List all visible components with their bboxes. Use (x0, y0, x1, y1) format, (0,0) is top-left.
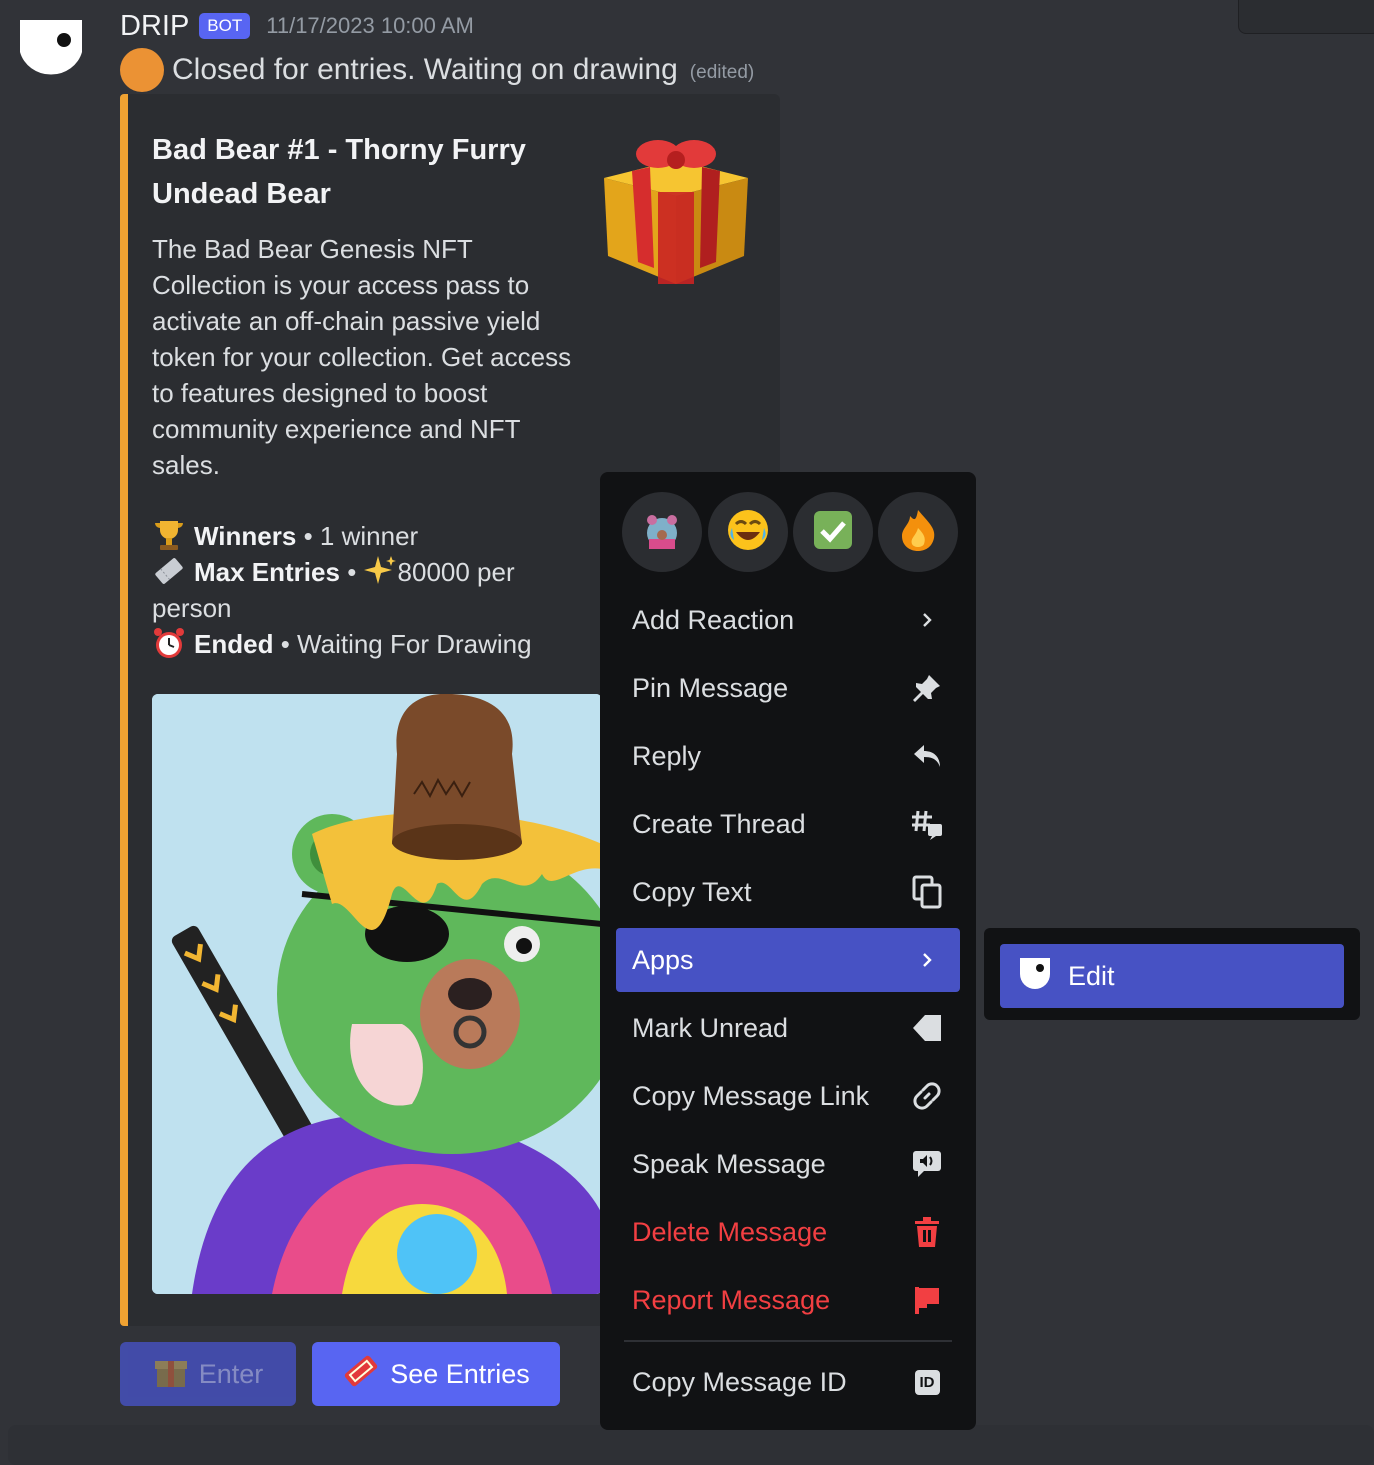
alarm-clock-icon (152, 626, 186, 660)
enter-button[interactable]: Enter (120, 1342, 296, 1406)
flag-icon (910, 1283, 944, 1317)
menu-item-pin-message[interactable]: Pin Message (616, 656, 960, 720)
quick-reaction-fire[interactable] (878, 492, 958, 572)
edited-label: (edited) (689, 62, 755, 83)
enter-label: Enter (198, 1358, 264, 1389)
message-hover-toolbar[interactable] (1238, 0, 1374, 34)
embed-title: Bad Bear #1 - Thorny Furry Undead Bear (152, 134, 526, 210)
menu-item-label: Copy Message ID (632, 1366, 847, 1397)
menu-item-report-message[interactable]: Report Message (616, 1268, 960, 1332)
bot-avatar[interactable] (16, 16, 86, 82)
chevron-right-icon (910, 943, 944, 977)
fire-icon (898, 508, 938, 557)
embed-accent-bar (120, 94, 128, 1326)
menu-item-label: Report Message (632, 1284, 831, 1315)
field-separator: • (280, 629, 290, 659)
trash-icon (910, 1215, 944, 1249)
embed-description: The Bad Bear Genesis NFT Collection is y… (152, 234, 572, 480)
gift-icon (153, 1353, 189, 1396)
message-timestamp: 11/17/2023 10:00 AM (266, 13, 474, 38)
menu-item-delete-message[interactable]: Delete Message (616, 1200, 960, 1264)
nft-bear-image[interactable] (152, 694, 602, 1294)
copy-icon (910, 875, 944, 909)
menu-item-reply[interactable]: Reply (616, 724, 960, 788)
gift-icon (598, 128, 754, 288)
bot-badge: BOT (199, 13, 251, 39)
see-entries-button[interactable]: See Entries (312, 1342, 560, 1406)
menu-item-label: Reply (632, 740, 702, 771)
speak-icon (910, 1147, 944, 1181)
orange-circle-emoji (120, 48, 164, 92)
sparkles-icon (363, 554, 398, 588)
menu-item-label: Create Thread (632, 808, 806, 839)
link-icon (910, 1079, 944, 1113)
menu-item-apps[interactable]: Apps (616, 928, 960, 992)
ended-label: Ended (194, 629, 274, 659)
menu-item-copy-message-id[interactable]: Copy Message ID ID (616, 1350, 960, 1414)
thread-icon (910, 807, 944, 841)
unread-icon (910, 1011, 944, 1045)
max-entries-field: Max Entries • 80000 per person (152, 554, 572, 626)
ticket-icon (152, 554, 186, 588)
winners-field: Winners • 1 winner (152, 518, 572, 554)
menu-item-label: Pin Message (632, 672, 789, 703)
max-entries-label: Max Entries (194, 557, 340, 587)
quick-reaction-custom-bear[interactable] (622, 492, 702, 572)
ended-value: Waiting For Drawing (297, 629, 532, 659)
reply-icon (910, 739, 944, 773)
menu-item-copy-text[interactable]: Copy Text (616, 860, 960, 924)
menu-item-create-thread[interactable]: Create Thread (616, 792, 960, 856)
joy-emoji-icon (726, 508, 770, 557)
id-icon: ID (910, 1365, 944, 1399)
status-text: Closed for entries. Waiting on drawing (172, 53, 678, 86)
submenu-item-label: Edit (1068, 960, 1115, 991)
quick-reaction-joy[interactable] (708, 492, 788, 572)
winners-label: Winners (194, 521, 297, 551)
menu-item-label: Copy Text (632, 876, 752, 907)
trophy-icon (152, 518, 186, 552)
menu-item-label: Add Reaction (632, 604, 795, 635)
field-separator: • (303, 521, 313, 551)
submenu-item-edit[interactable]: Edit (1000, 944, 1344, 1008)
next-message-preview (8, 1425, 1374, 1465)
winners-value: 1 winner (319, 521, 419, 551)
menu-item-label: Apps (632, 944, 694, 975)
menu-item-label: Copy Message Link (632, 1080, 870, 1111)
menu-item-speak-message[interactable]: Speak Message (616, 1132, 960, 1196)
message-header: DRIP BOT 11/17/2023 10:00 AM (120, 6, 474, 46)
drip-app-icon (1018, 956, 1052, 997)
quick-reaction-check[interactable] (793, 492, 873, 572)
ended-field: Ended • Waiting For Drawing (152, 626, 572, 662)
message-content: Closed for entries. Waiting on drawing (… (120, 48, 754, 92)
see-entries-label: See Entries (390, 1358, 530, 1389)
menu-divider (624, 1340, 952, 1342)
pin-icon (910, 671, 944, 705)
menu-item-mark-unread[interactable]: Mark Unread (616, 996, 960, 1060)
menu-item-label: Mark Unread (632, 1012, 789, 1043)
menu-item-copy-message-link[interactable]: Copy Message Link (616, 1064, 960, 1128)
bear-emoji-icon (641, 509, 683, 556)
chevron-right-icon (910, 603, 944, 637)
menu-item-label: Delete Message (632, 1216, 828, 1247)
author-name[interactable]: DRIP (120, 10, 189, 43)
menu-item-label: Speak Message (632, 1148, 826, 1179)
ticket-icon (342, 1352, 380, 1397)
field-separator: • (347, 557, 357, 587)
check-mark-icon (812, 509, 854, 556)
menu-item-add-reaction[interactable]: Add Reaction (616, 588, 960, 652)
id-icon-text: ID (914, 1369, 940, 1395)
